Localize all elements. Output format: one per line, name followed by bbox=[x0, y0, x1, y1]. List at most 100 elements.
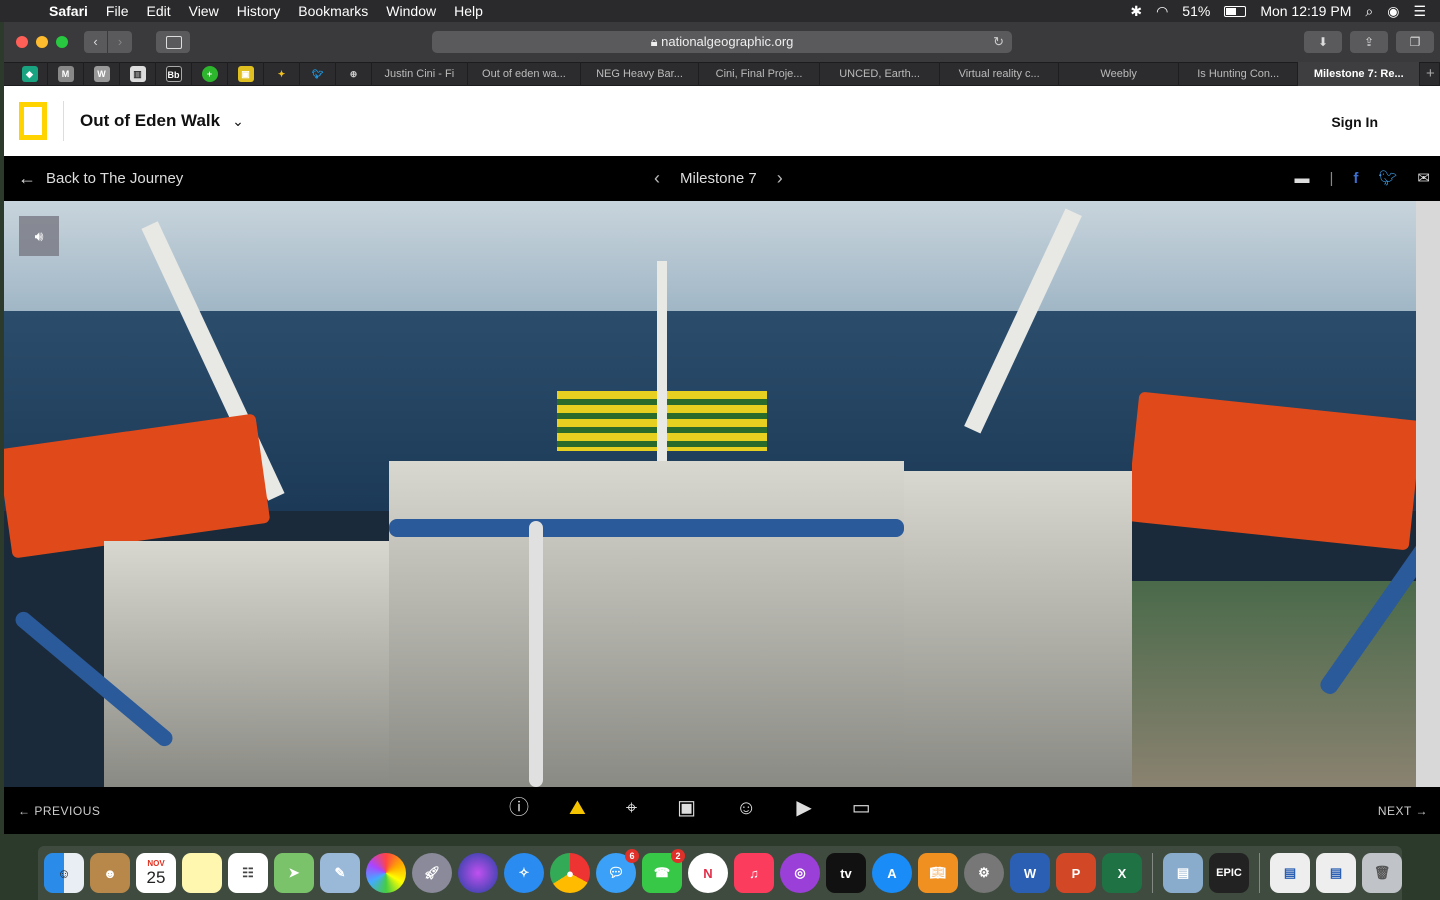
tab-item[interactable]: Justin Cini - Fi bbox=[372, 62, 468, 86]
wifi-icon[interactable]: ◠ bbox=[1156, 3, 1168, 20]
menu-edit[interactable]: Edit bbox=[137, 3, 179, 19]
app-store-icon[interactable]: A bbox=[872, 853, 912, 893]
landscape-icon[interactable]: ⛰︎ bbox=[569, 795, 586, 821]
sign-in-link[interactable]: Sign In bbox=[1331, 114, 1378, 130]
downloads-button[interactable]: ⬇ bbox=[1304, 31, 1342, 53]
tab-item[interactable]: UNCED, Earth... bbox=[820, 62, 940, 86]
favorite-globe[interactable]: ⊕ bbox=[336, 62, 372, 86]
back-button[interactable]: ‹ bbox=[84, 31, 108, 53]
share-button[interactable]: ⇪ bbox=[1350, 31, 1388, 53]
sound-toggle-button[interactable]: 🔊︎ bbox=[19, 216, 59, 256]
word-document-icon[interactable]: ▤ bbox=[1270, 853, 1310, 893]
chrome-icon[interactable]: ● bbox=[550, 853, 590, 893]
word-icon[interactable]: W bbox=[1010, 853, 1050, 893]
address-bar[interactable]: 🔒︎ nationalgeographic.org ↻ bbox=[432, 31, 1012, 53]
next-label: NEXT bbox=[1377, 804, 1412, 818]
close-window-button[interactable] bbox=[16, 36, 28, 48]
sidebar-toggle-button[interactable] bbox=[156, 31, 190, 53]
reload-icon[interactable]: ↻ bbox=[993, 31, 1004, 53]
person-icon[interactable]: ☺ bbox=[736, 795, 756, 821]
previous-milestone-chevron-icon[interactable]: ‹ bbox=[654, 168, 660, 189]
podcasts-icon[interactable]: ◎ bbox=[780, 853, 820, 893]
chat-icon[interactable]: ▭ bbox=[852, 795, 871, 821]
twitter-share-icon[interactable]: 🐦︎ bbox=[1378, 169, 1397, 187]
photo-icon[interactable]: ▣ bbox=[677, 795, 696, 821]
favorite-twitter[interactable]: 🐦︎ bbox=[300, 62, 336, 86]
notification-center-icon[interactable]: ☰ bbox=[1413, 3, 1426, 20]
favorite-edu[interactable]: ◆ bbox=[12, 62, 48, 86]
deck-tarp bbox=[104, 541, 389, 787]
spotlight-search-icon[interactable]: ⌕ bbox=[1365, 3, 1373, 20]
rail-post bbox=[529, 521, 543, 787]
play-icon[interactable]: ▶ bbox=[796, 795, 811, 821]
books-icon[interactable]: 📖︎ bbox=[918, 853, 958, 893]
favorite-bb[interactable]: Bb bbox=[156, 62, 192, 86]
new-tab-button[interactable]: + bbox=[1420, 62, 1440, 86]
previous-link[interactable]: ← PREVIOUS bbox=[18, 804, 100, 818]
music-icon[interactable]: ♫ bbox=[734, 853, 774, 893]
siri-icon[interactable]: ◉ bbox=[1387, 3, 1399, 20]
natgeo-logo[interactable] bbox=[19, 102, 47, 140]
launchpad-icon[interactable]: 🚀︎ bbox=[412, 853, 452, 893]
notes-icon[interactable] bbox=[182, 853, 222, 893]
favorite-plus[interactable]: + bbox=[192, 62, 228, 86]
tab-overview-button[interactable]: ❐ bbox=[1396, 31, 1434, 53]
safari-icon[interactable]: ✧ bbox=[504, 853, 544, 893]
preview-icon[interactable]: ✎ bbox=[320, 853, 360, 893]
next-link[interactable]: NEXT → bbox=[1378, 804, 1428, 818]
trash-icon[interactable]: 🗑︎ bbox=[1362, 853, 1402, 893]
bluetooth-icon[interactable]: ✱ bbox=[1130, 3, 1142, 20]
contacts-icon[interactable]: ☻ bbox=[90, 853, 130, 893]
photos-icon[interactable] bbox=[366, 853, 406, 893]
tab-item[interactable]: Weebly bbox=[1059, 62, 1179, 86]
favorite-wallet[interactable]: ▥ bbox=[120, 62, 156, 86]
favorite-w[interactable]: W bbox=[84, 62, 120, 86]
email-icon[interactable]: ✉ bbox=[1417, 169, 1430, 187]
site-title[interactable]: Out of Eden Walk bbox=[80, 111, 220, 131]
comment-icon[interactable]: ▬ bbox=[1294, 170, 1309, 187]
news-icon[interactable]: N bbox=[688, 853, 728, 893]
image-capture-icon[interactable]: ▤ bbox=[1163, 853, 1203, 893]
word-document-icon[interactable]: ▤ bbox=[1316, 853, 1356, 893]
tab-item-active[interactable]: Milestone 7: Re... bbox=[1298, 62, 1421, 86]
battery-icon[interactable] bbox=[1224, 5, 1247, 17]
map-pin-icon[interactable]: ⌖ bbox=[626, 795, 637, 821]
favorite-image[interactable]: ▣ bbox=[228, 62, 264, 86]
maps-icon[interactable]: ➤ bbox=[274, 853, 314, 893]
powerpoint-icon[interactable]: P bbox=[1056, 853, 1096, 893]
siri-dock-icon[interactable] bbox=[458, 853, 498, 893]
calendar-icon[interactable]: NOV 25 bbox=[136, 853, 176, 893]
tab-item[interactable]: Virtual reality c... bbox=[940, 62, 1060, 86]
minimize-window-button[interactable] bbox=[36, 36, 48, 48]
excel-icon[interactable]: X bbox=[1102, 853, 1142, 893]
back-to-journey-link[interactable]: ← Back to The Journey bbox=[18, 168, 183, 189]
menu-help[interactable]: Help bbox=[445, 3, 492, 19]
favorite-m[interactable]: M bbox=[48, 62, 84, 86]
info-icon[interactable]: ⓘ bbox=[509, 795, 529, 821]
finder-icon[interactable]: ☺ bbox=[44, 853, 84, 893]
facetime-icon[interactable]: ☎ 2 bbox=[642, 849, 685, 893]
tab-item[interactable]: Out of eden wa... bbox=[468, 62, 582, 86]
menu-history[interactable]: History bbox=[228, 3, 290, 19]
battery-percent[interactable]: 51% bbox=[1182, 3, 1210, 19]
menu-bookmarks[interactable]: Bookmarks bbox=[289, 3, 377, 19]
reminders-icon[interactable]: ☷ bbox=[228, 853, 268, 893]
tab-item[interactable]: NEG Heavy Bar... bbox=[581, 62, 699, 86]
tab-item[interactable]: Cini, Final Proje... bbox=[699, 62, 821, 86]
menu-view[interactable]: View bbox=[180, 3, 228, 19]
epic-games-icon[interactable]: EPIC bbox=[1209, 853, 1249, 893]
zoom-window-button[interactable] bbox=[56, 36, 68, 48]
next-milestone-chevron-icon[interactable]: › bbox=[777, 168, 783, 189]
menu-file[interactable]: File bbox=[97, 3, 138, 19]
clock[interactable]: Mon 12:19 PM bbox=[1260, 3, 1351, 19]
messages-icon[interactable]: 💬︎ 6 bbox=[596, 849, 639, 893]
forward-button[interactable]: › bbox=[108, 31, 132, 53]
menu-window[interactable]: Window bbox=[377, 3, 445, 19]
apple-tv-icon[interactable]: tv bbox=[826, 853, 866, 893]
favorite-puzzle[interactable]: ✦ bbox=[264, 62, 300, 86]
system-preferences-icon[interactable]: ⚙ bbox=[964, 853, 1004, 893]
menu-app[interactable]: Safari bbox=[40, 3, 97, 19]
facebook-icon[interactable]: f bbox=[1353, 170, 1358, 187]
chevron-down-icon[interactable]: ⌄ bbox=[232, 113, 244, 130]
tab-item[interactable]: Is Hunting Con... bbox=[1179, 62, 1299, 86]
